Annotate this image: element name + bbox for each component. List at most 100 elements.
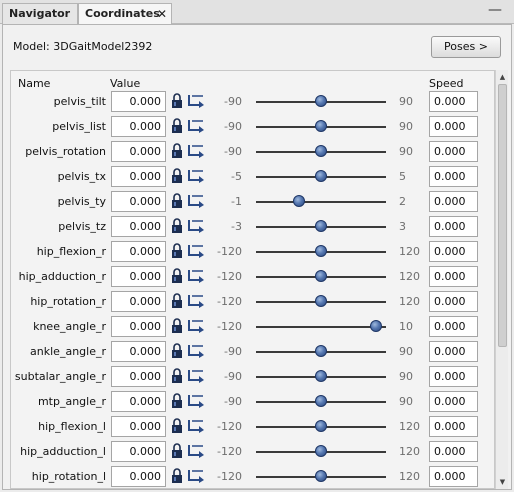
speed-field[interactable]: 0.000	[429, 416, 478, 437]
slider-min-label: -90	[224, 120, 242, 133]
speed-field[interactable]: 0.000	[429, 191, 478, 212]
coordinate-name: pelvis_tx	[57, 170, 106, 183]
coordinate-value-field[interactable]: 0.000	[111, 316, 166, 337]
vertical-scrollbar[interactable]: ▲ ▼	[495, 70, 508, 489]
lock-icon[interactable]	[170, 368, 184, 384]
slider-knob[interactable]	[369, 320, 382, 332]
coordinate-value-field[interactable]: 0.000	[111, 441, 166, 462]
speed-field[interactable]: 0.000	[429, 391, 478, 412]
lock-icon[interactable]	[170, 168, 184, 184]
slider-knob[interactable]	[315, 170, 327, 182]
slider-knob[interactable]	[315, 420, 327, 432]
clamp-arrow-icon[interactable]	[186, 293, 207, 309]
slider-max-label: 90	[399, 395, 413, 408]
tab-navigator[interactable]: Navigator	[2, 3, 78, 24]
lock-icon[interactable]	[170, 268, 184, 284]
coordinate-value-field[interactable]: 0.000	[111, 166, 166, 187]
poses-button[interactable]: Poses >	[431, 36, 501, 58]
speed-field[interactable]: 0.000	[429, 216, 478, 237]
lock-icon[interactable]	[170, 343, 184, 359]
clamp-arrow-icon[interactable]	[186, 318, 207, 334]
lock-icon[interactable]	[170, 318, 184, 334]
coordinate-row: hip_flexion_l 0.000 -120 120 0.000	[11, 416, 494, 441]
speed-field[interactable]: 0.000	[429, 466, 478, 487]
speed-field[interactable]: 0.000	[429, 341, 478, 362]
clamp-arrow-icon[interactable]	[186, 393, 207, 409]
coordinate-row: hip_adduction_r 0.000 -120 120 0.000	[11, 266, 494, 291]
lock-icon[interactable]	[170, 193, 184, 209]
slider-knob[interactable]	[315, 220, 327, 232]
clamp-arrow-icon[interactable]	[186, 118, 207, 134]
minimize-icon[interactable]: —	[488, 2, 502, 18]
coordinate-value-field[interactable]: 0.000	[111, 91, 166, 112]
coordinate-row: mtp_angle_r 0.000 -90 90 0.000	[11, 391, 494, 416]
slider-knob[interactable]	[315, 245, 327, 257]
coordinate-value-field[interactable]: 0.000	[111, 241, 166, 262]
coordinate-value-field[interactable]: 0.000	[111, 466, 166, 487]
lock-icon[interactable]	[170, 93, 184, 109]
close-icon[interactable]: ✕	[157, 4, 167, 24]
slider-knob[interactable]	[315, 270, 327, 282]
lock-icon[interactable]	[170, 243, 184, 259]
lock-icon[interactable]	[170, 218, 184, 234]
lock-icon[interactable]	[170, 143, 184, 159]
coordinate-value-field[interactable]: 0.000	[111, 291, 166, 312]
slider-knob[interactable]	[315, 370, 327, 382]
coordinate-value-field[interactable]: 0.000	[111, 391, 166, 412]
clamp-arrow-icon[interactable]	[186, 143, 207, 159]
coordinate-value-field[interactable]: 0.000	[111, 266, 166, 287]
speed-field[interactable]: 0.000	[429, 291, 478, 312]
scroll-up-icon[interactable]: ▲	[497, 71, 508, 83]
slider-knob[interactable]	[293, 195, 306, 207]
speed-field[interactable]: 0.000	[429, 266, 478, 287]
lock-icon[interactable]	[170, 393, 184, 409]
speed-field[interactable]: 0.000	[429, 141, 478, 162]
lock-icon[interactable]	[170, 118, 184, 134]
coordinate-value-field[interactable]: 0.000	[111, 116, 166, 137]
clamp-arrow-icon[interactable]	[186, 168, 207, 184]
lock-icon[interactable]	[170, 418, 184, 434]
speed-field[interactable]: 0.000	[429, 91, 478, 112]
slider-knob[interactable]	[315, 470, 327, 482]
slider-knob[interactable]	[315, 445, 327, 457]
coordinate-value-field[interactable]: 0.000	[111, 141, 166, 162]
speed-field[interactable]: 0.000	[429, 116, 478, 137]
clamp-arrow-icon[interactable]	[186, 218, 207, 234]
slider-knob[interactable]	[315, 120, 327, 132]
slider-knob[interactable]	[315, 95, 327, 107]
clamp-arrow-icon[interactable]	[186, 468, 207, 484]
coordinate-value-field[interactable]: 0.000	[111, 366, 166, 387]
slider-knob[interactable]	[315, 395, 327, 407]
tab-coordinates[interactable]: Coordinates ✕	[78, 3, 172, 25]
clamp-arrow-icon[interactable]	[186, 93, 207, 109]
clamp-arrow-icon[interactable]	[186, 443, 207, 459]
scroll-thumb[interactable]	[498, 84, 507, 347]
coordinate-value-field[interactable]: 0.000	[111, 216, 166, 237]
coordinate-value-field[interactable]: 0.000	[111, 191, 166, 212]
scroll-down-icon[interactable]: ▼	[497, 476, 508, 488]
slider-knob[interactable]	[315, 345, 327, 357]
slider-knob[interactable]	[315, 145, 327, 157]
speed-field[interactable]: 0.000	[429, 441, 478, 462]
slider-track[interactable]	[256, 201, 386, 203]
speed-field[interactable]: 0.000	[429, 241, 478, 262]
lock-icon[interactable]	[170, 443, 184, 459]
lock-icon[interactable]	[170, 293, 184, 309]
slider-min-label: -120	[217, 295, 242, 308]
speed-field[interactable]: 0.000	[429, 366, 478, 387]
clamp-arrow-icon[interactable]	[186, 343, 207, 359]
coordinate-value-field[interactable]: 0.000	[111, 416, 166, 437]
lock-icon[interactable]	[170, 468, 184, 484]
slider-max-label: 90	[399, 145, 413, 158]
clamp-arrow-icon[interactable]	[186, 368, 207, 384]
coordinate-value-field[interactable]: 0.000	[111, 341, 166, 362]
clamp-arrow-icon[interactable]	[186, 243, 207, 259]
clamp-arrow-icon[interactable]	[186, 193, 207, 209]
slider-knob[interactable]	[315, 295, 327, 307]
clamp-arrow-icon[interactable]	[186, 268, 207, 284]
speed-field[interactable]: 0.000	[429, 166, 478, 187]
slider-max-label: 10	[399, 320, 413, 333]
slider-track[interactable]	[256, 326, 386, 328]
speed-field[interactable]: 0.000	[429, 316, 478, 337]
clamp-arrow-icon[interactable]	[186, 418, 207, 434]
